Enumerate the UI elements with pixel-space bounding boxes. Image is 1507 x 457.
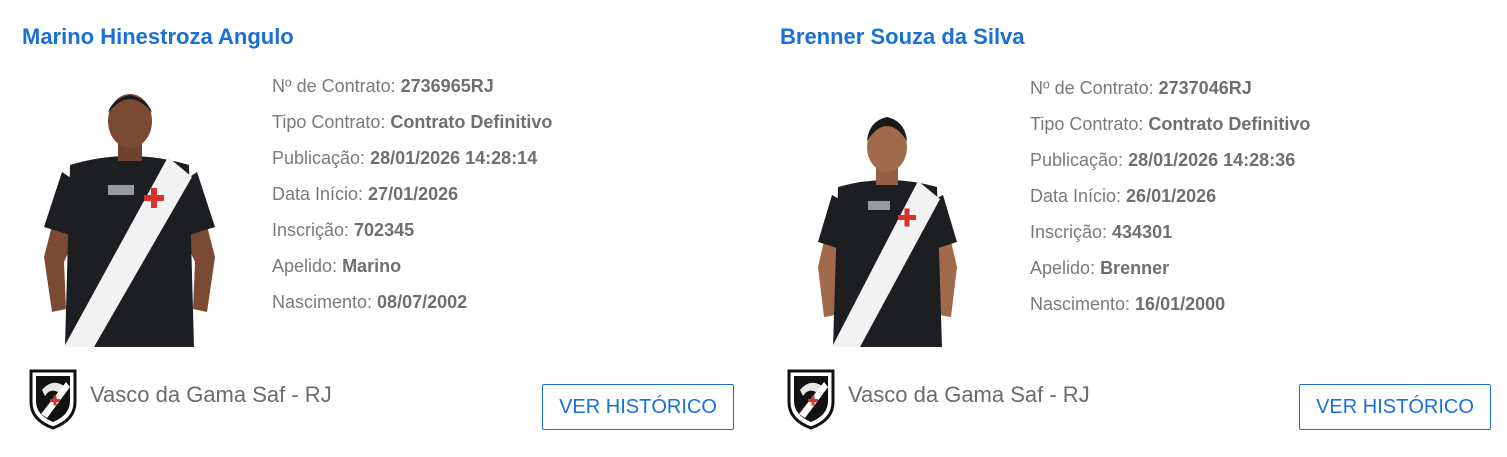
registration-number: 434301 [1112,222,1173,242]
contract-number: 2737046RJ [1158,78,1252,98]
contract-type-row: Tipo Contrato: Contrato Definitivo [272,112,553,132]
publication-row: Publicação: 28/01/2026 14:28:14 [272,148,538,168]
player-card: Brenner Souza da Silva Nº de Contrato: 2… [780,0,1507,457]
club: Vasco da Gama Saf - RJ [28,368,332,430]
contract-type: Contrato Definitivo [1148,114,1311,134]
nickname: Marino [342,256,402,276]
publication-date: 28/01/2026 14:28:36 [1128,150,1296,170]
contract-type-row: Tipo Contrato: Contrato Definitivo [1030,114,1311,134]
club-name: Vasco da Gama Saf - RJ [90,382,332,407]
view-history-button[interactable]: VER HISTÓRICO [1299,384,1491,430]
publication-row: Publicação: 28/01/2026 14:28:36 [1030,150,1296,170]
contract-info: Nº de Contrato: 2737046RJ Tipo Contrato:… [1030,74,1310,326]
start-date: 27/01/2026 [368,184,459,204]
publication-date: 28/01/2026 14:28:14 [370,148,538,168]
contract-number-row: Nº de Contrato: 2736965RJ [272,76,494,96]
player-photo-icon [780,77,995,347]
contract-number: 2736965RJ [400,76,494,96]
club: Vasco da Gama Saf - RJ [786,368,1090,430]
view-history-button[interactable]: VER HISTÓRICO [542,384,734,430]
vasco-crest-icon [29,369,77,430]
contract-type: Contrato Definitivo [390,112,553,132]
vasco-crest-icon [787,369,835,430]
birthdate: 16/01/2000 [1135,294,1226,314]
player-name[interactable]: Brenner Souza da Silva [780,24,1025,50]
contract-number-row: Nº de Contrato: 2737046RJ [1030,78,1252,98]
nickname-row: Apelido: Marino [272,256,402,276]
birthdate-row: Nascimento: 16/01/2000 [1030,294,1226,314]
player-name[interactable]: Marino Hinestroza Angulo [22,24,294,50]
birthdate-row: Nascimento: 08/07/2002 [272,292,468,312]
registration-row: Inscrição: 434301 [1030,222,1173,242]
registration-row: Inscrição: 702345 [272,220,415,240]
nickname: Brenner [1100,258,1170,278]
player-card: Marino Hinestroza Angulo Nº de Contrato:… [22,0,762,457]
start-date-row: Data Início: 26/01/2026 [1030,186,1217,206]
contract-info: Nº de Contrato: 2736965RJ Tipo Contrato:… [272,72,552,324]
player-photo-icon [22,77,237,347]
registration-number: 702345 [354,220,415,240]
start-date-row: Data Início: 27/01/2026 [272,184,459,204]
start-date: 26/01/2026 [1126,186,1217,206]
nickname-row: Apelido: Brenner [1030,258,1170,278]
club-name: Vasco da Gama Saf - RJ [848,382,1090,407]
birthdate: 08/07/2002 [377,292,468,312]
